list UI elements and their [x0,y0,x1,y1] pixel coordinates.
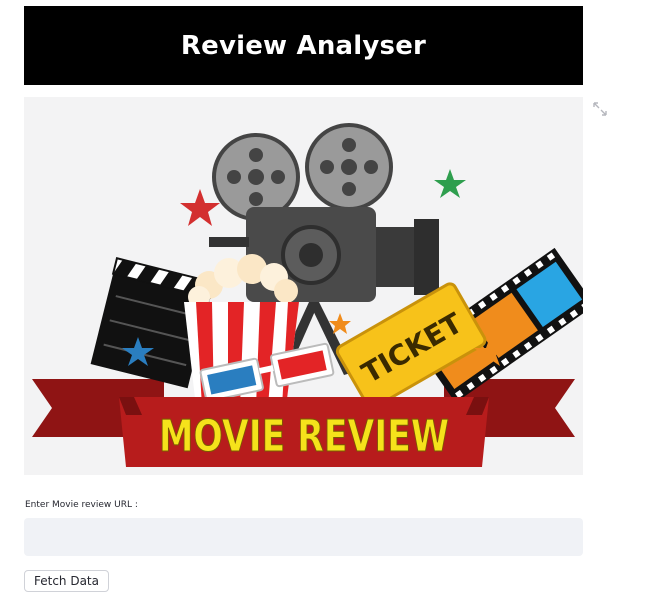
expand-arrows-icon [593,102,607,116]
review-url-input[interactable] [24,518,583,556]
app-header: Review Analyser [24,6,583,85]
fetch-data-button[interactable]: Fetch Data [24,570,109,592]
page-title: Review Analyser [180,30,427,61]
banner-headline: MOVIE REVIEW [159,411,449,462]
fullscreen-expand-button[interactable] [592,101,608,117]
url-field-label: Enter Movie review URL : [25,500,138,510]
movie-review-banner-image: TICKET MOVIE REVIEW [24,97,583,475]
